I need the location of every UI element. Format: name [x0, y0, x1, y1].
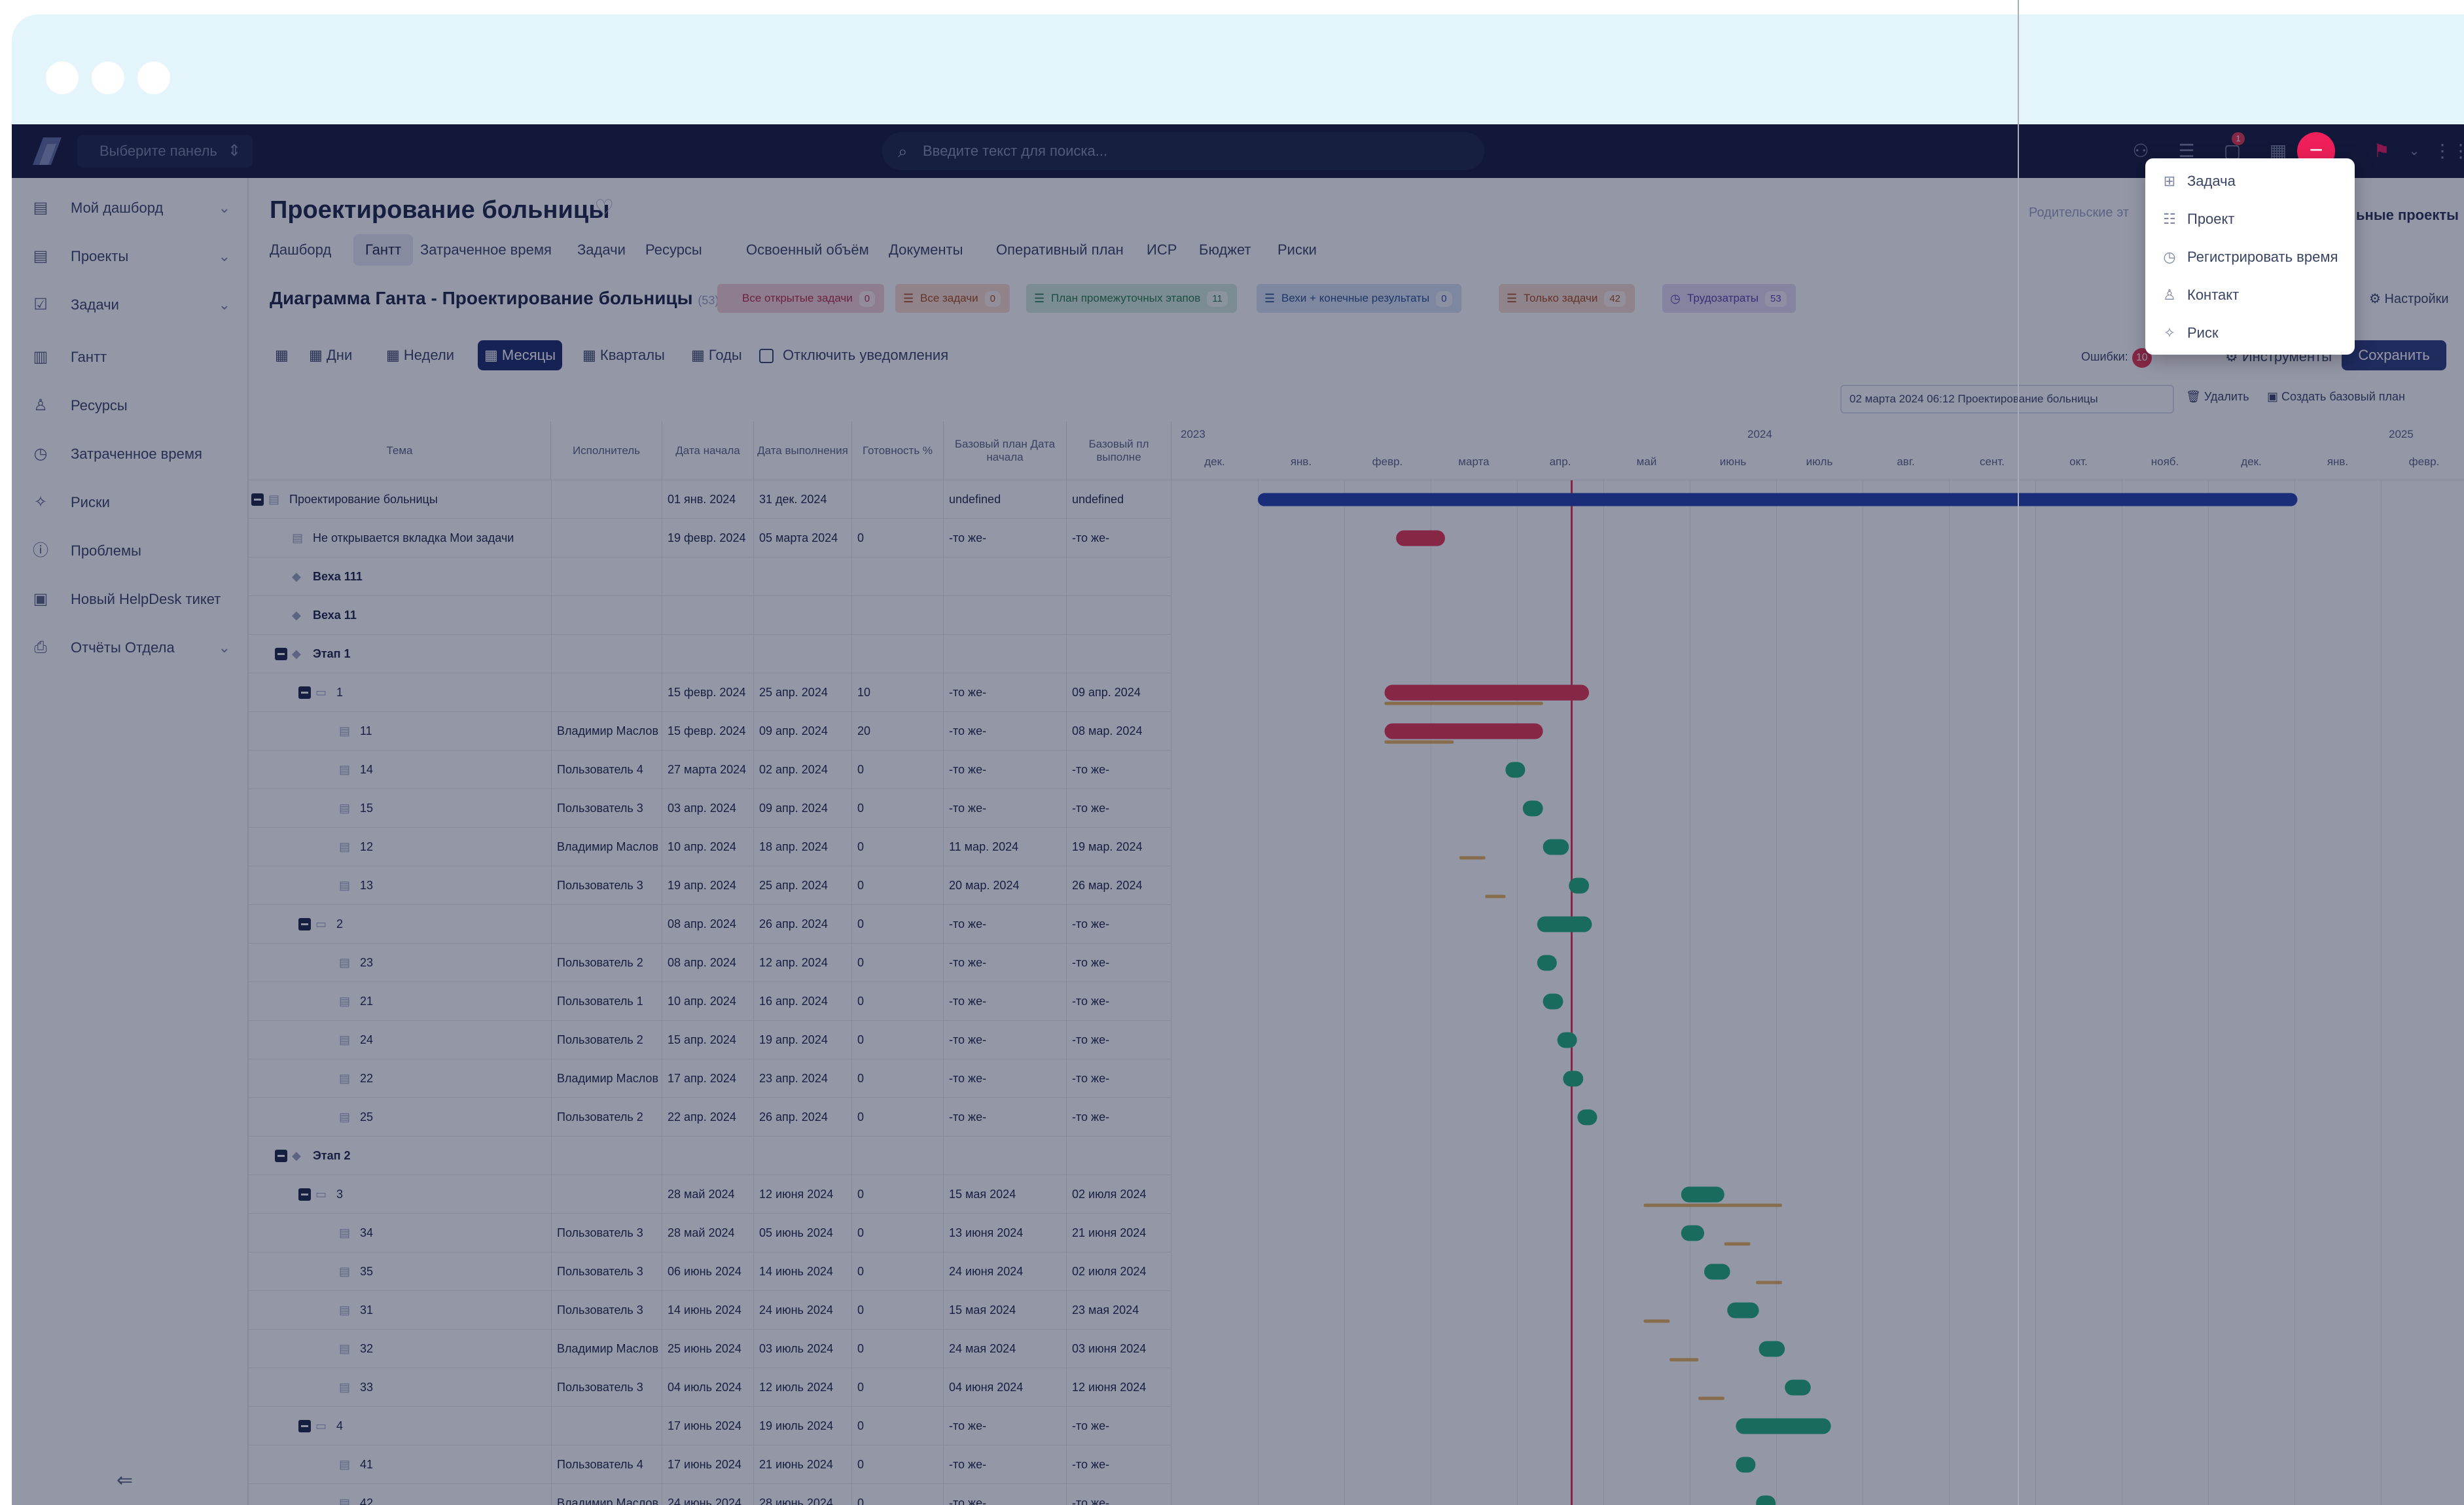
menu-item-risk[interactable]: ✧ Риск: [2145, 314, 2355, 352]
task-icon: ⊞: [2163, 173, 2176, 189]
menu-item-task[interactable]: ⊞ Задача: [2145, 162, 2355, 200]
menu-item-label: Риск: [2187, 325, 2219, 341]
window-minimize-dot[interactable]: [92, 62, 124, 94]
guide-line: [2018, 0, 2019, 1505]
dim-overlay[interactable]: [12, 124, 2464, 1505]
menu-item-label: Контакт: [2187, 287, 2240, 303]
window-maximize-dot[interactable]: [137, 62, 170, 94]
menu-item-label: Проект: [2187, 211, 2235, 227]
menu-item-contact[interactable]: ♙ Контакт: [2145, 276, 2355, 314]
projects-link[interactable]: ьные проекты: [2356, 207, 2459, 224]
time-icon: ◷: [2163, 249, 2176, 265]
menu-item-label: Регистрировать время: [2187, 249, 2338, 265]
browser-title-bar: [12, 14, 2464, 124]
project-icon: ☷: [2163, 211, 2176, 227]
create-menu: ⊞ Задача ☷ Проект ◷ Регистрировать время…: [2145, 158, 2355, 355]
menu-item-log-time[interactable]: ◷ Регистрировать время: [2145, 238, 2355, 276]
risk-icon: ✧: [2163, 325, 2176, 341]
menu-item-project[interactable]: ☷ Проект: [2145, 200, 2355, 238]
window-close-dot[interactable]: [46, 62, 79, 94]
contact-icon: ♙: [2163, 287, 2176, 303]
menu-item-label: Задача: [2187, 173, 2236, 189]
